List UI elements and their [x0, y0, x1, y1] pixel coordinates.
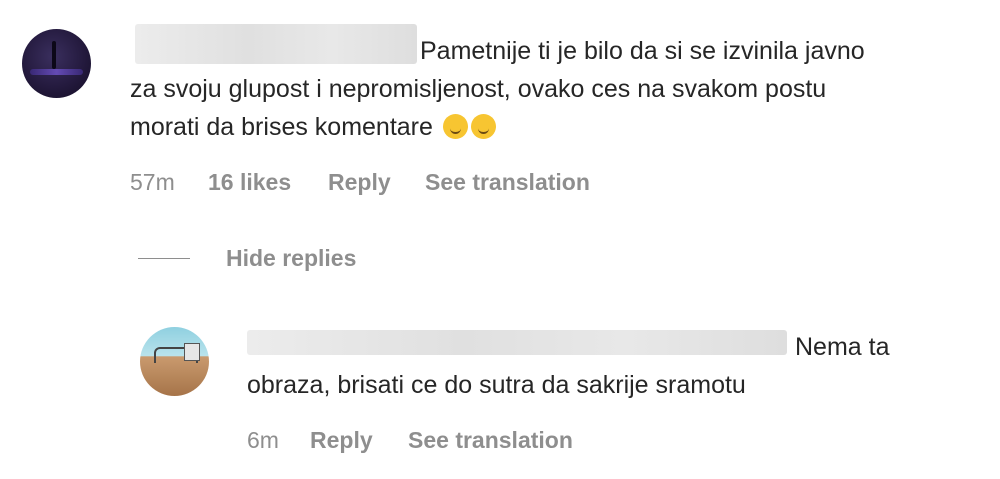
reply-reply-button[interactable]: Reply — [310, 427, 373, 454]
comment-text-line: za svoju glupost i nepromisljenost, ovak… — [130, 75, 827, 103]
reply-text-line: Nema ta — [795, 333, 890, 361]
comment-reply-button[interactable]: Reply — [328, 169, 391, 196]
reply-timestamp[interactable]: 6m — [247, 427, 279, 454]
avatar-horizon — [30, 69, 83, 75]
comment-timestamp[interactable]: 57m — [130, 169, 175, 196]
comment-text-line-content: morati da brises komentare — [130, 113, 433, 141]
avatar-sign — [184, 343, 200, 361]
reply-text-line: obraza, brisati ce do sutra da sakrije s… — [247, 371, 746, 399]
smiling-face-with-tear-emoji — [470, 114, 496, 139]
reply-see-translation-button[interactable]: See translation — [408, 427, 573, 454]
blurred-reply-username — [247, 330, 787, 355]
comment-likes-count[interactable]: 16 likes — [208, 169, 291, 196]
comment-thread: Pametnije ti je bilo da si se izvinila j… — [0, 0, 1000, 479]
comment-text-line: morati da brises komentare — [130, 108, 496, 146]
replies-divider-line — [138, 258, 190, 259]
rolling-on-floor-laughing-emoji — [442, 114, 468, 139]
hide-replies-button[interactable]: Hide replies — [226, 245, 356, 272]
commenter-avatar[interactable] — [22, 29, 91, 98]
blurred-username — [135, 24, 417, 64]
palm-tree-silhouette — [52, 41, 56, 69]
comment-text-line: Pametnije ti je bilo da si se izvinila j… — [420, 37, 865, 65]
reply-avatar[interactable] — [140, 327, 209, 396]
comment-see-translation-button[interactable]: See translation — [425, 169, 590, 196]
